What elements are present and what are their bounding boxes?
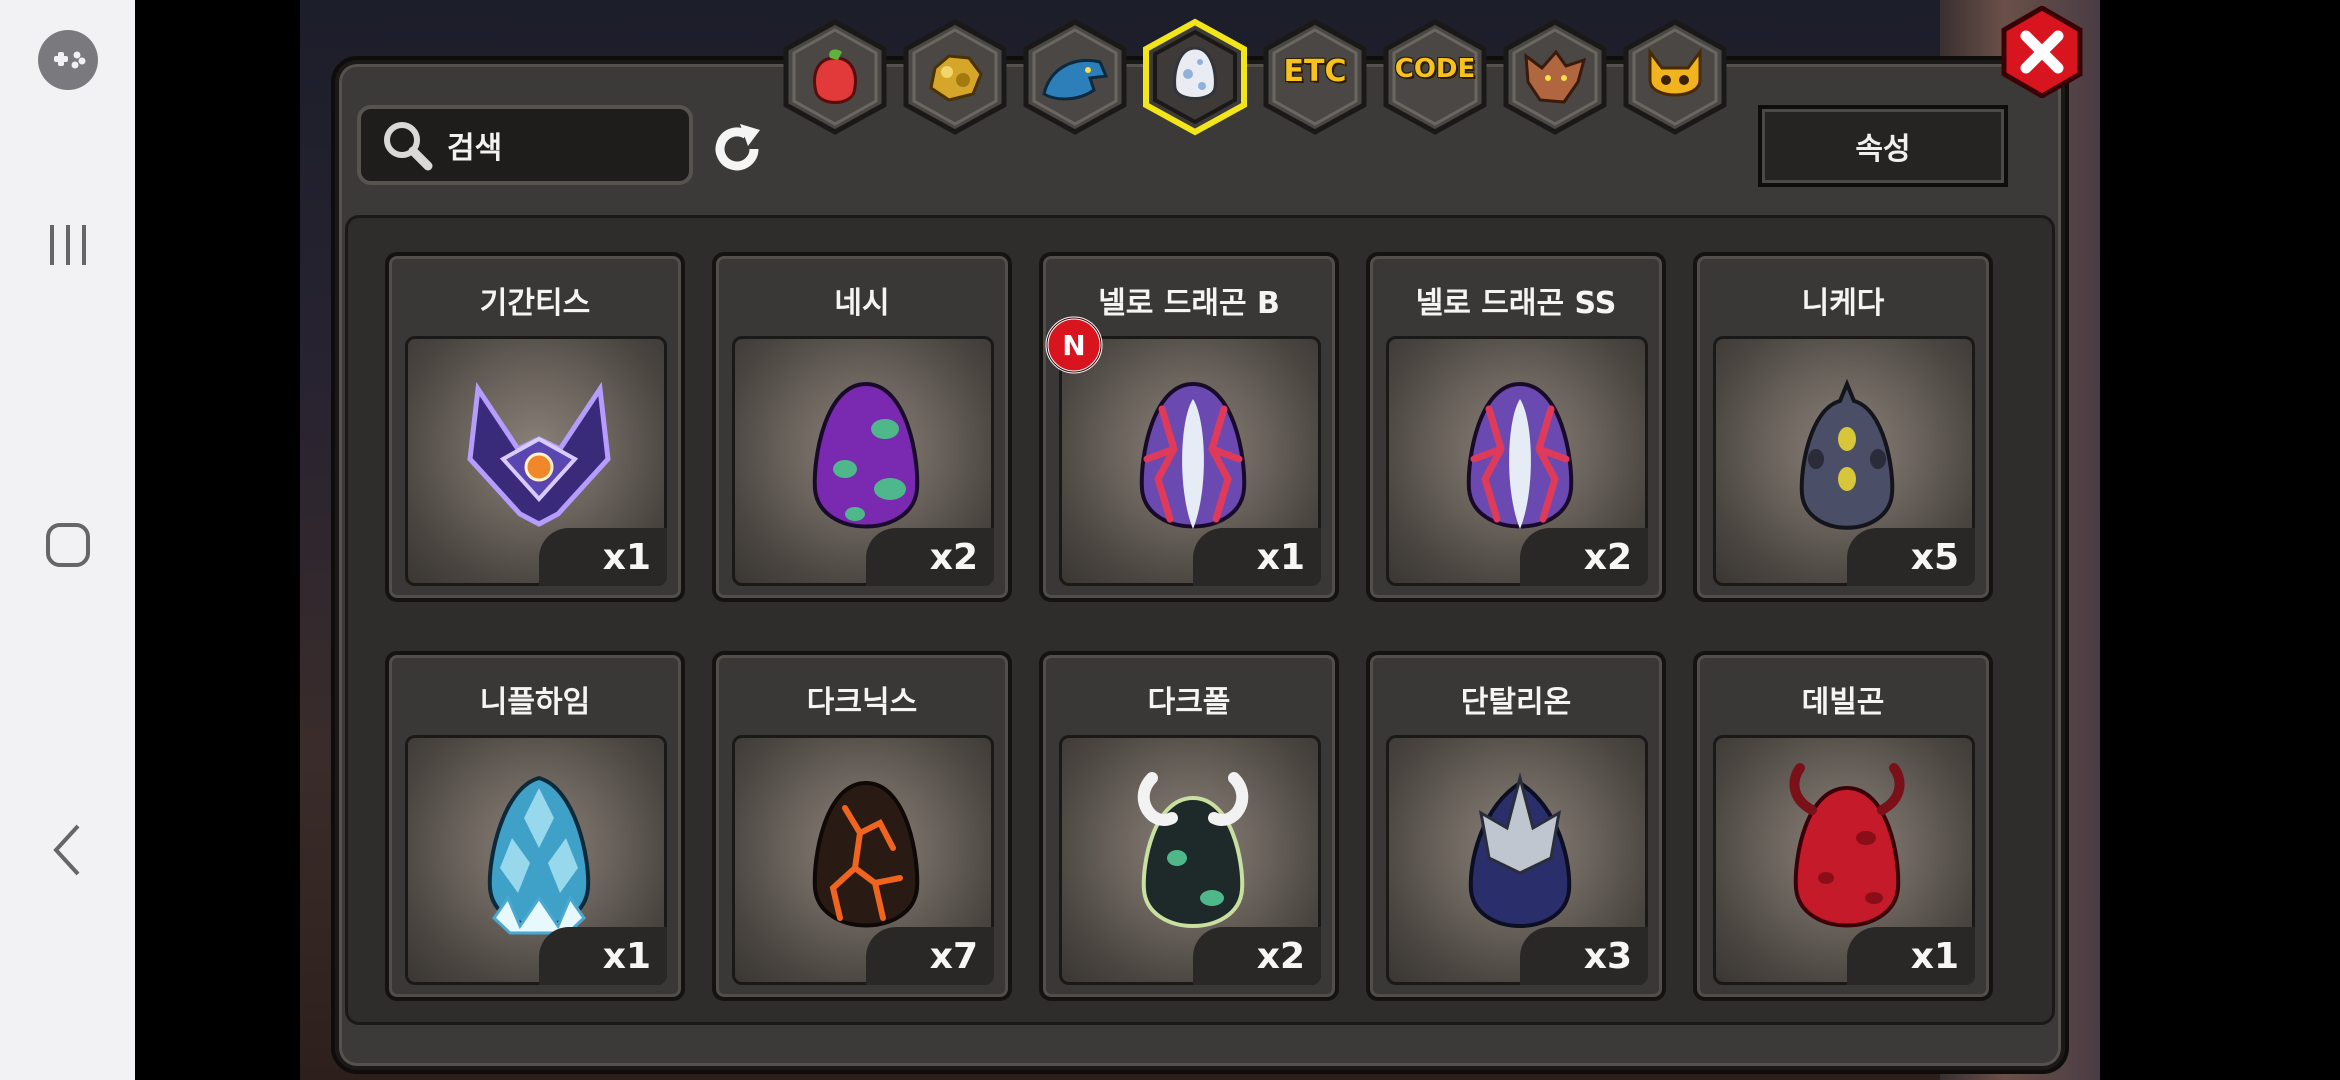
- item-image: x3: [1386, 735, 1648, 985]
- item-quantity: x1: [1847, 927, 1975, 985]
- berry-icon: [813, 49, 857, 104]
- item-quantity: x1: [539, 927, 667, 985]
- tab-etc-label: ETC: [1283, 54, 1347, 89]
- new-badge: N: [1044, 315, 1104, 375]
- item-card[interactable]: 다크폴 x2: [1039, 651, 1339, 1001]
- item-quantity: x2: [866, 528, 994, 586]
- game-launcher-icon[interactable]: [0, 28, 135, 92]
- search-icon: [384, 122, 433, 171]
- item-name: 니케다: [1801, 286, 1885, 321]
- item-quantity: x5: [1847, 528, 1975, 586]
- item-name: 단탈리온: [1460, 685, 1572, 720]
- home-icon[interactable]: [0, 510, 135, 580]
- item-image: x2: [732, 336, 994, 586]
- item-card[interactable]: 다크닉스 x7: [712, 651, 1012, 1001]
- new-badge-label: N: [1062, 329, 1085, 362]
- item-image: x1: [405, 735, 667, 985]
- item-image: x7: [732, 735, 994, 985]
- dragon-head-icon: [1042, 59, 1109, 101]
- item-quantity: x2: [1520, 528, 1648, 586]
- item-name: 기간티스: [479, 286, 591, 321]
- item-name: 데빌곤: [1801, 685, 1885, 720]
- item-image: x2: [1386, 336, 1648, 586]
- tab-beast[interactable]: [1500, 18, 1610, 136]
- item-image: x5: [1713, 336, 1975, 586]
- tab-food[interactable]: [780, 18, 890, 136]
- attribute-button[interactable]: 속성: [1758, 105, 2008, 187]
- tab-etc[interactable]: ETC: [1260, 18, 1370, 136]
- item-image: x2: [1059, 735, 1321, 985]
- tab-dragon[interactable]: [1020, 18, 1130, 136]
- wolf-head-icon: [1524, 49, 1587, 104]
- refresh-icon[interactable]: [706, 118, 768, 180]
- tab-code-label: CODE: [1394, 54, 1476, 84]
- item-card[interactable]: 기간티스 x1: [385, 252, 685, 602]
- item-quantity: x3: [1520, 927, 1648, 985]
- item-quantity: x7: [866, 927, 994, 985]
- item-card[interactable]: 넬로 드래곤 B x1: [1039, 252, 1339, 602]
- tab-monster[interactable]: [1620, 18, 1730, 136]
- item-card[interactable]: 니플하임 x1: [385, 651, 685, 1001]
- item-card[interactable]: 니케다 x5: [1693, 252, 1993, 602]
- egg-icon: [1173, 46, 1217, 100]
- gold-nugget-icon: [929, 54, 983, 102]
- tab-material[interactable]: [900, 18, 1010, 136]
- item-card[interactable]: 단탈리온 x3: [1366, 651, 1666, 1001]
- item-quantity: x2: [1193, 927, 1321, 985]
- close-icon: [2001, 5, 2083, 99]
- item-name: 네시: [834, 286, 890, 321]
- item-image: x1: [405, 336, 667, 586]
- item-name: 넬로 드래곤 SS: [1415, 286, 1617, 321]
- item-card[interactable]: 네시 x2: [712, 252, 1012, 602]
- background-edge: [2100, 0, 2340, 1080]
- search-input[interactable]: 검색: [357, 105, 693, 185]
- item-name: 니플하임: [479, 685, 591, 720]
- item-quantity: x1: [539, 528, 667, 586]
- system-nav-bar: [0, 0, 135, 1080]
- item-card[interactable]: 데빌곤 x1: [1693, 651, 1993, 1001]
- horned-face-icon: [1648, 47, 1702, 97]
- item-quantity: x1: [1193, 528, 1321, 586]
- tab-egg[interactable]: [1140, 18, 1250, 136]
- close-button[interactable]: [1996, 5, 2088, 99]
- item-card[interactable]: 넬로 드래곤 SS x2: [1366, 252, 1666, 602]
- back-icon[interactable]: [0, 815, 135, 885]
- attribute-button-label: 속성: [1855, 132, 1911, 167]
- item-image: x1: [1713, 735, 1975, 985]
- background-edge: [135, 0, 300, 1080]
- item-name: 다크폴: [1147, 685, 1231, 720]
- tab-code[interactable]: CODE: [1380, 18, 1490, 136]
- search-placeholder: 검색: [447, 131, 503, 166]
- recent-apps-icon[interactable]: [0, 210, 135, 280]
- item-name: 다크닉스: [806, 685, 918, 720]
